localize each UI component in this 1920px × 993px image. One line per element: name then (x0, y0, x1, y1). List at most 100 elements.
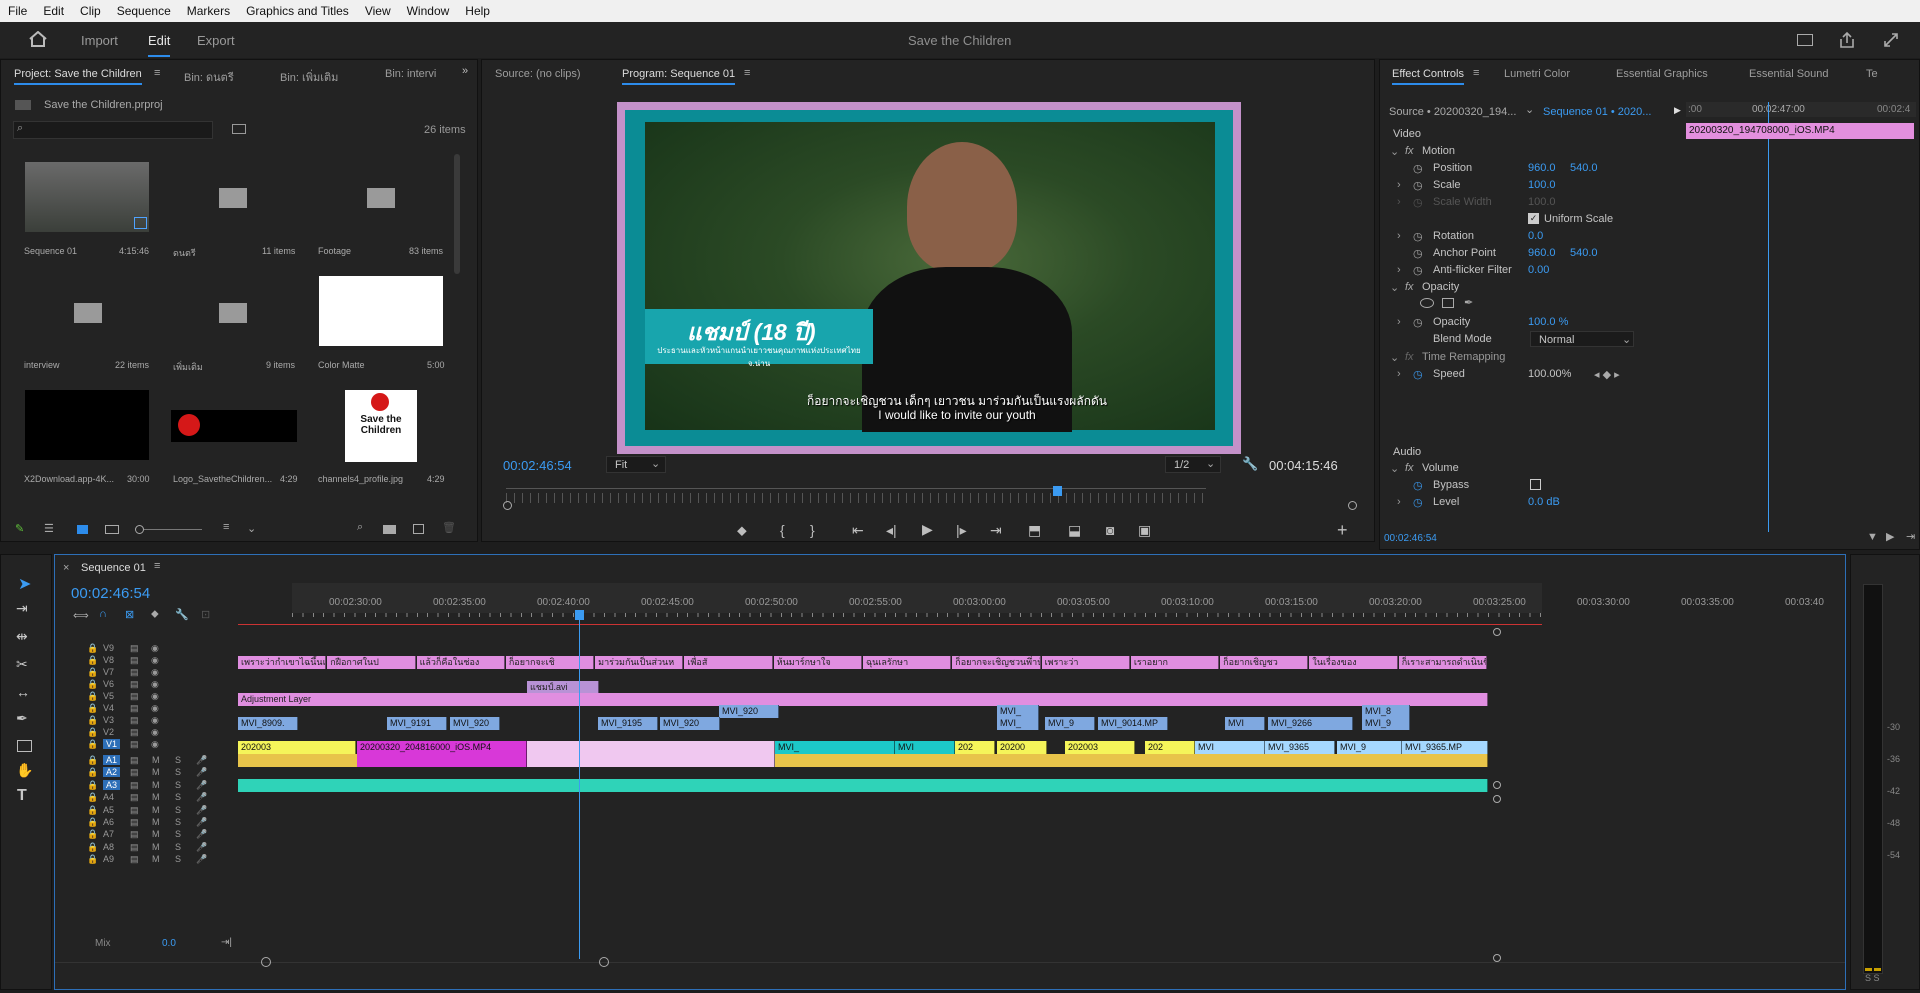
timeline-playhead-line[interactable] (579, 617, 580, 959)
audio-track-header[interactable]: 🔒 A9 ▤ M S 🎤 (55, 854, 285, 868)
video-clip[interactable]: MVI_9 (1337, 741, 1402, 754)
tab-bin-interview[interactable]: Bin: intervi (385, 68, 436, 80)
menu-edit[interactable]: Edit (35, 4, 72, 18)
menu-markers[interactable]: Markers (179, 4, 238, 18)
snap-icon[interactable]: ∩ (99, 608, 107, 620)
tab-lumetri[interactable]: Lumetri Color (1504, 68, 1570, 80)
eye-icon[interactable]: ◉ (151, 727, 159, 738)
solo-button[interactable]: S (175, 767, 181, 777)
music-clip[interactable] (238, 779, 1488, 792)
menu-clip[interactable]: Clip (72, 4, 109, 18)
program-timecode[interactable]: 00:02:46:54 (503, 458, 572, 473)
source-label[interactable]: Source • 20200320_194... (1389, 106, 1516, 118)
sync-icon[interactable]: ▤ (130, 643, 139, 654)
ellipse-mask-icon[interactable] (1420, 298, 1434, 308)
caption-clip[interactable]: เราอยาก (1130, 656, 1220, 669)
work-area-bar[interactable] (238, 624, 1542, 625)
menu-help[interactable]: Help (457, 4, 498, 18)
scrubber-track[interactable] (506, 488, 1206, 489)
sequence-label[interactable]: Sequence 01 • 2020... (1543, 106, 1651, 118)
tab-source[interactable]: Source: (no clips) (495, 68, 581, 80)
bin-folder-icon[interactable] (219, 303, 247, 323)
video-clip[interactable]: 202 (955, 741, 995, 754)
caption-clip[interactable]: เพราะว่ากำเขาไฉนึ้นแ (238, 656, 327, 669)
h-scroll-handle-left[interactable] (261, 957, 271, 967)
wrench-icon[interactable]: 🔧 (175, 608, 189, 621)
tab-essential-sound[interactable]: Essential Sound (1749, 68, 1829, 80)
video-clip[interactable]: MVI_920 (450, 717, 500, 730)
go-to-in-icon[interactable]: ⇤ (852, 522, 864, 539)
keyframe-nav-icon[interactable]: ◂ ◆ ▸ (1594, 368, 1620, 381)
video-clip[interactable]: MVI (895, 741, 955, 754)
fullscreen-icon[interactable] (1882, 31, 1900, 49)
tab-edit[interactable]: Edit (148, 33, 170, 48)
sync-icon[interactable]: ▤ (130, 792, 139, 803)
sync-icon[interactable]: ▤ (130, 842, 139, 853)
lock-icon[interactable]: 🔒 (87, 817, 98, 828)
tab-export[interactable]: Export (197, 33, 235, 48)
add-marker-icon[interactable]: ⬥ (737, 522, 747, 539)
lock-icon[interactable]: 🔒 (87, 727, 98, 738)
comparison-view-icon[interactable]: ▣ (1138, 522, 1151, 539)
play-icon[interactable]: ▶ (922, 521, 933, 538)
eye-icon[interactable]: ◉ (151, 691, 159, 702)
tab-effect-controls[interactable]: Effect Controls (1392, 68, 1464, 85)
solo-button[interactable]: S (175, 842, 181, 852)
video-clip[interactable]: 20200 (997, 741, 1047, 754)
new-item-icon[interactable] (413, 524, 424, 534)
lock-icon[interactable]: 🔒 (87, 829, 98, 840)
sync-icon[interactable]: ▤ (130, 715, 139, 726)
pencil-icon[interactable]: ✎ (15, 522, 24, 535)
sync-icon[interactable]: ▤ (130, 739, 139, 750)
add-button-icon[interactable]: + (1337, 520, 1348, 541)
video-clip[interactable]: MVI_9 (1045, 717, 1095, 730)
level-row[interactable]: › ◷ Level 0.0 dB (1380, 493, 1680, 513)
sync-icon[interactable]: ▤ (130, 655, 139, 666)
stopwatch-icon[interactable]: ◷ (1413, 264, 1423, 277)
eye-icon[interactable]: ◉ (151, 679, 159, 690)
list-view-icon[interactable]: ☰ (44, 522, 54, 535)
new-bin-icon[interactable] (383, 525, 396, 534)
video-clip[interactable]: MVI_9365 (1265, 741, 1335, 754)
trash-icon[interactable]: 🗑 (442, 521, 456, 534)
sync-icon[interactable]: ▤ (130, 854, 139, 865)
uniform-scale-checkbox[interactable]: ✓ (1528, 213, 1539, 224)
mute-button[interactable]: M (152, 805, 160, 815)
razor-icon[interactable]: ✂ (16, 656, 28, 673)
caption-clip[interactable]: ก็อยากจะเชิ (505, 656, 595, 669)
lock-icon[interactable]: 🔒 (87, 679, 98, 690)
lock-icon[interactable]: 🔒 (87, 780, 98, 791)
pen-tool-icon[interactable]: ✒ (16, 710, 28, 727)
hamburger-icon[interactable]: ≡ (744, 67, 750, 79)
stopwatch-icon[interactable]: ◷ (1413, 316, 1423, 329)
lift-icon[interactable]: ⬒ (1028, 522, 1041, 539)
v-scroll-handle-mid[interactable] (1493, 781, 1501, 789)
track-select-icon[interactable]: ⇥ (16, 600, 28, 617)
solo-button[interactable]: S (175, 755, 181, 765)
lock-icon[interactable]: 🔒 (87, 755, 98, 766)
zoom-slider-handle[interactable] (135, 525, 144, 534)
blend-mode-select[interactable]: Normal (1530, 331, 1634, 347)
camera-icon[interactable]: ◙ (1106, 522, 1114, 538)
chevron-down-icon[interactable]: ⌄ (247, 522, 256, 535)
solo-button[interactable]: S (175, 817, 181, 827)
sync-icon[interactable]: ▤ (130, 727, 139, 738)
add-marker-icon[interactable]: ⬥ (151, 608, 159, 621)
fit-select[interactable]: Fit ⌄ (606, 456, 666, 473)
caption-clip[interactable]: เพราะว่า (1041, 656, 1130, 669)
lock-icon[interactable]: 🔒 (87, 655, 98, 666)
video-clip[interactable]: 20200320_204816000_iOS.MP4 (357, 741, 527, 754)
lock-icon[interactable]: 🔒 (87, 643, 98, 654)
captions-icon[interactable]: ⊡ (201, 608, 210, 621)
project-scrollbar[interactable] (454, 154, 460, 274)
zoom-handle-right[interactable] (1348, 501, 1357, 510)
linked-selection-icon[interactable]: ⊠ (125, 608, 134, 621)
filter-icon[interactable]: ▼ (1867, 531, 1878, 543)
hamburger-icon[interactable]: ≡ (154, 67, 160, 79)
video-clip[interactable] (527, 741, 775, 754)
microphone-icon[interactable]: 🎤 (196, 817, 207, 828)
lock-icon[interactable]: 🔒 (87, 805, 98, 816)
bin-folder-icon[interactable] (74, 303, 102, 323)
bypass-checkbox[interactable] (1530, 479, 1541, 490)
mute-button[interactable]: M (152, 792, 160, 802)
